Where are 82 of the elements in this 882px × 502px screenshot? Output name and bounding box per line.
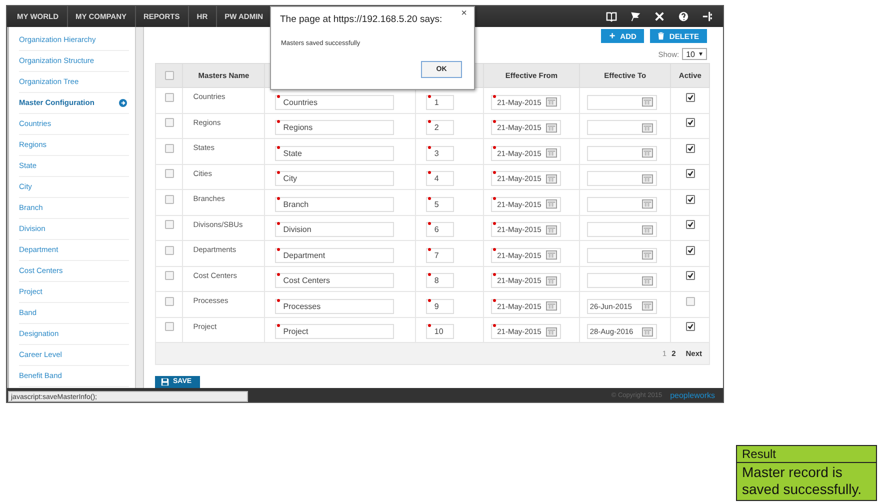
checkbox[interactable] <box>164 92 174 102</box>
dialog-title: The page at https://192.168.5.20 says: <box>280 14 442 25</box>
checkbox[interactable] <box>164 144 174 153</box>
checkbox[interactable] <box>164 118 174 128</box>
calendar-icon[interactable] <box>642 326 653 337</box>
input-field[interactable]: 6 <box>426 222 454 238</box>
calendar-icon[interactable] <box>642 97 653 108</box>
checkbox[interactable] <box>686 92 695 102</box>
calendar-icon[interactable] <box>642 301 653 312</box>
calendar-icon[interactable] <box>546 97 558 108</box>
input-field[interactable]: 9 <box>426 298 454 314</box>
trash-icon <box>658 32 664 40</box>
input-field[interactable]: Department <box>275 248 394 263</box>
input-field[interactable]: 10 <box>426 324 454 340</box>
checkbox[interactable] <box>164 71 174 80</box>
checkbox[interactable] <box>164 271 174 280</box>
close-icon[interactable]: × <box>461 8 467 19</box>
checkbox[interactable] <box>164 296 174 306</box>
checkbox[interactable] <box>686 118 695 128</box>
checkbox[interactable] <box>686 169 695 178</box>
checkbox[interactable] <box>164 169 174 178</box>
calendar-icon[interactable] <box>642 199 653 210</box>
arrow-circle-icon <box>119 99 127 107</box>
checkbox[interactable] <box>164 322 174 332</box>
calendar-icon[interactable] <box>642 174 653 184</box>
input-field[interactable]: Branch <box>275 196 394 212</box>
input-field[interactable]: Division <box>275 222 394 238</box>
calendar-icon[interactable] <box>642 276 653 286</box>
calendar-icon[interactable] <box>642 224 653 235</box>
date-field[interactable] <box>586 222 657 238</box>
brand-logo: peopleworks <box>670 390 715 400</box>
checkbox[interactable] <box>686 271 695 280</box>
date-field[interactable] <box>586 120 657 136</box>
note-text: Master record is saved successfully. <box>741 463 863 499</box>
checkbox[interactable] <box>686 194 695 204</box>
input-field[interactable]: State <box>275 146 394 161</box>
input-field[interactable]: Project <box>275 324 394 340</box>
checkbox[interactable] <box>686 322 695 332</box>
calendar-icon[interactable] <box>546 276 558 286</box>
date-field[interactable] <box>586 146 657 161</box>
date-field[interactable] <box>586 94 657 110</box>
calendar-icon[interactable] <box>546 174 558 184</box>
date-field[interactable] <box>586 171 657 186</box>
date-field[interactable] <box>586 248 657 263</box>
input-field[interactable]: 8 <box>426 273 454 288</box>
calendar-icon[interactable] <box>546 122 558 133</box>
input-field[interactable]: 5 <box>426 196 454 212</box>
checkbox[interactable] <box>686 144 695 153</box>
calendar-icon[interactable] <box>642 148 653 158</box>
calendar-icon[interactable] <box>642 250 653 260</box>
calendar-icon[interactable] <box>546 326 558 337</box>
input-field[interactable]: 7 <box>426 248 454 263</box>
input-field[interactable]: 2 <box>426 120 454 136</box>
input-field[interactable]: Countries <box>275 94 394 110</box>
input-field[interactable]: Cost Centers <box>275 273 394 288</box>
note-title: Result <box>737 446 876 463</box>
help-icon[interactable] <box>678 11 689 22</box>
checkbox[interactable] <box>164 194 174 204</box>
calendar-icon[interactable] <box>546 301 558 312</box>
sidebar-scrollbar[interactable] <box>135 27 144 388</box>
input-field[interactable]: City <box>275 171 394 186</box>
input-field[interactable]: 3 <box>426 146 454 161</box>
calendar-icon[interactable] <box>546 199 558 210</box>
checkbox[interactable] <box>686 246 695 255</box>
input-field[interactable]: 4 <box>426 171 454 186</box>
calendar-icon[interactable] <box>546 224 558 235</box>
input-field[interactable]: Processes <box>275 298 394 314</box>
checkbox[interactable] <box>686 220 695 230</box>
checkbox[interactable] <box>686 296 695 306</box>
date-field[interactable] <box>586 273 657 288</box>
calendar-icon[interactable] <box>546 148 558 158</box>
calendar-icon[interactable] <box>546 250 558 260</box>
input-field[interactable]: 1 <box>426 94 454 110</box>
logout-icon[interactable] <box>702 11 713 22</box>
calendar-icon[interactable] <box>642 122 653 133</box>
checkbox[interactable] <box>164 246 174 255</box>
date-field[interactable] <box>586 196 657 212</box>
tools-icon[interactable] <box>654 11 665 22</box>
input-field[interactable]: Regions <box>275 120 394 136</box>
flag-icon[interactable] <box>630 11 641 22</box>
checkbox[interactable] <box>164 220 174 230</box>
book-icon[interactable] <box>606 11 617 22</box>
